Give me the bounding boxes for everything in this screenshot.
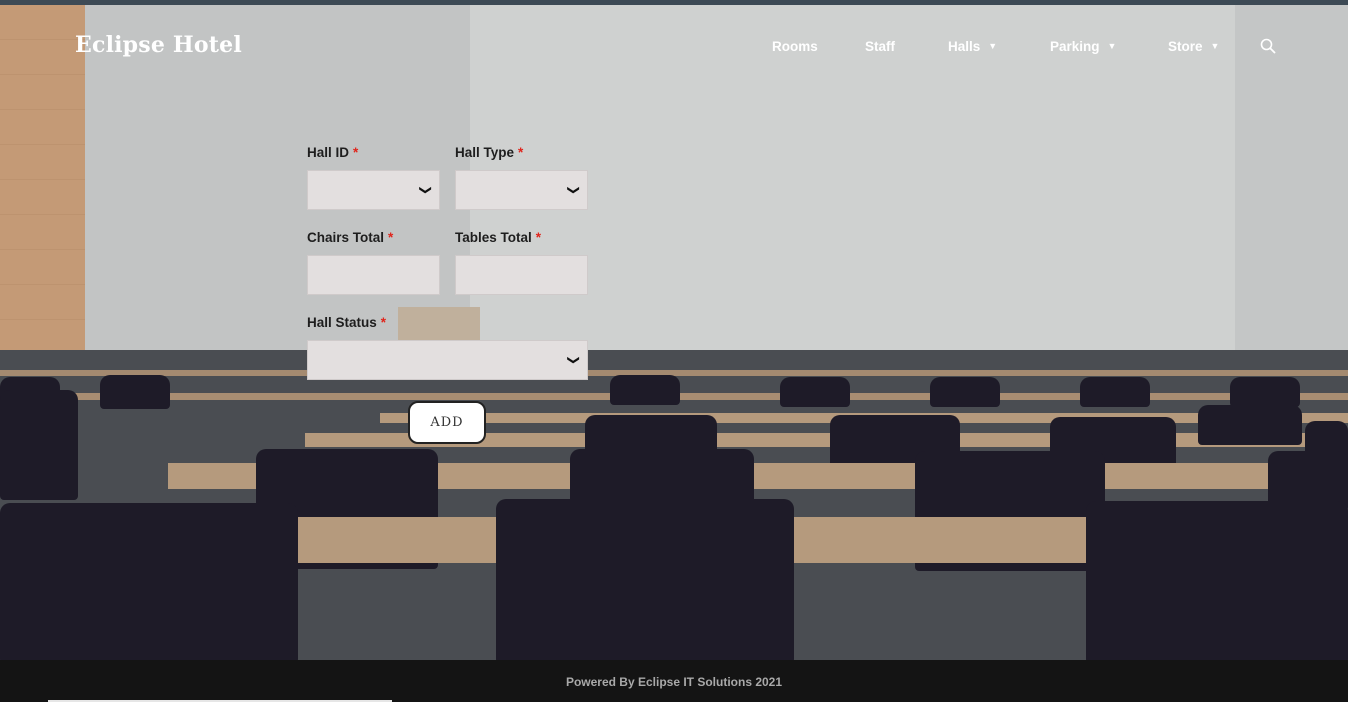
chevron-down-icon: ▼ [1107,41,1117,51]
hall-type-label: Hall Type * [455,145,524,160]
background-image [0,5,1348,660]
tables-total-label: Tables Total * [455,230,542,245]
required-marker: * [518,145,524,160]
chevron-down-icon: ❯ [566,354,581,366]
nav-item-label: Store [1168,39,1203,54]
nav-item-label: Staff [865,39,895,54]
nav-item-store[interactable]: Store ▼ [1168,39,1219,54]
required-marker: * [388,230,394,245]
chairs-total-input[interactable] [307,255,440,295]
hall-type-select[interactable]: ❯ [455,170,588,210]
chevron-down-icon: ▼ [988,41,998,51]
hall-id-label: Hall ID * [307,145,359,160]
chevron-down-icon: ❯ [566,184,581,196]
nav-item-label: Parking [1050,39,1100,54]
chairs-total-label: Chairs Total * [307,230,394,245]
tables-total-input[interactable] [455,255,588,295]
nav-item-label: Halls [948,39,981,54]
add-button[interactable]: ADD [408,401,486,444]
footer: Powered By Eclipse IT Solutions 2021 [0,660,1348,702]
nav-item-label: Rooms [772,39,818,54]
footer-text: Powered By Eclipse IT Solutions 2021 [565,675,783,689]
nav-item-rooms[interactable]: Rooms [772,39,818,54]
required-marker: * [353,145,359,160]
required-marker: * [535,230,542,245]
nav-item-halls[interactable]: Halls ▼ [948,39,997,54]
chevron-down-icon: ❯ [418,184,433,196]
hall-id-select[interactable]: ❯ [307,170,440,210]
chevron-down-icon: ▼ [1210,41,1220,51]
hall-status-select[interactable]: ❯ [307,340,588,380]
site-logo[interactable]: Eclipse Hotel [75,32,242,58]
nav-item-parking[interactable]: Parking ▼ [1050,39,1116,54]
nav-item-staff[interactable]: Staff [865,39,895,54]
search-icon[interactable] [1260,38,1276,54]
hall-status-label: Hall Status * [307,315,387,330]
required-marker: * [380,315,387,330]
